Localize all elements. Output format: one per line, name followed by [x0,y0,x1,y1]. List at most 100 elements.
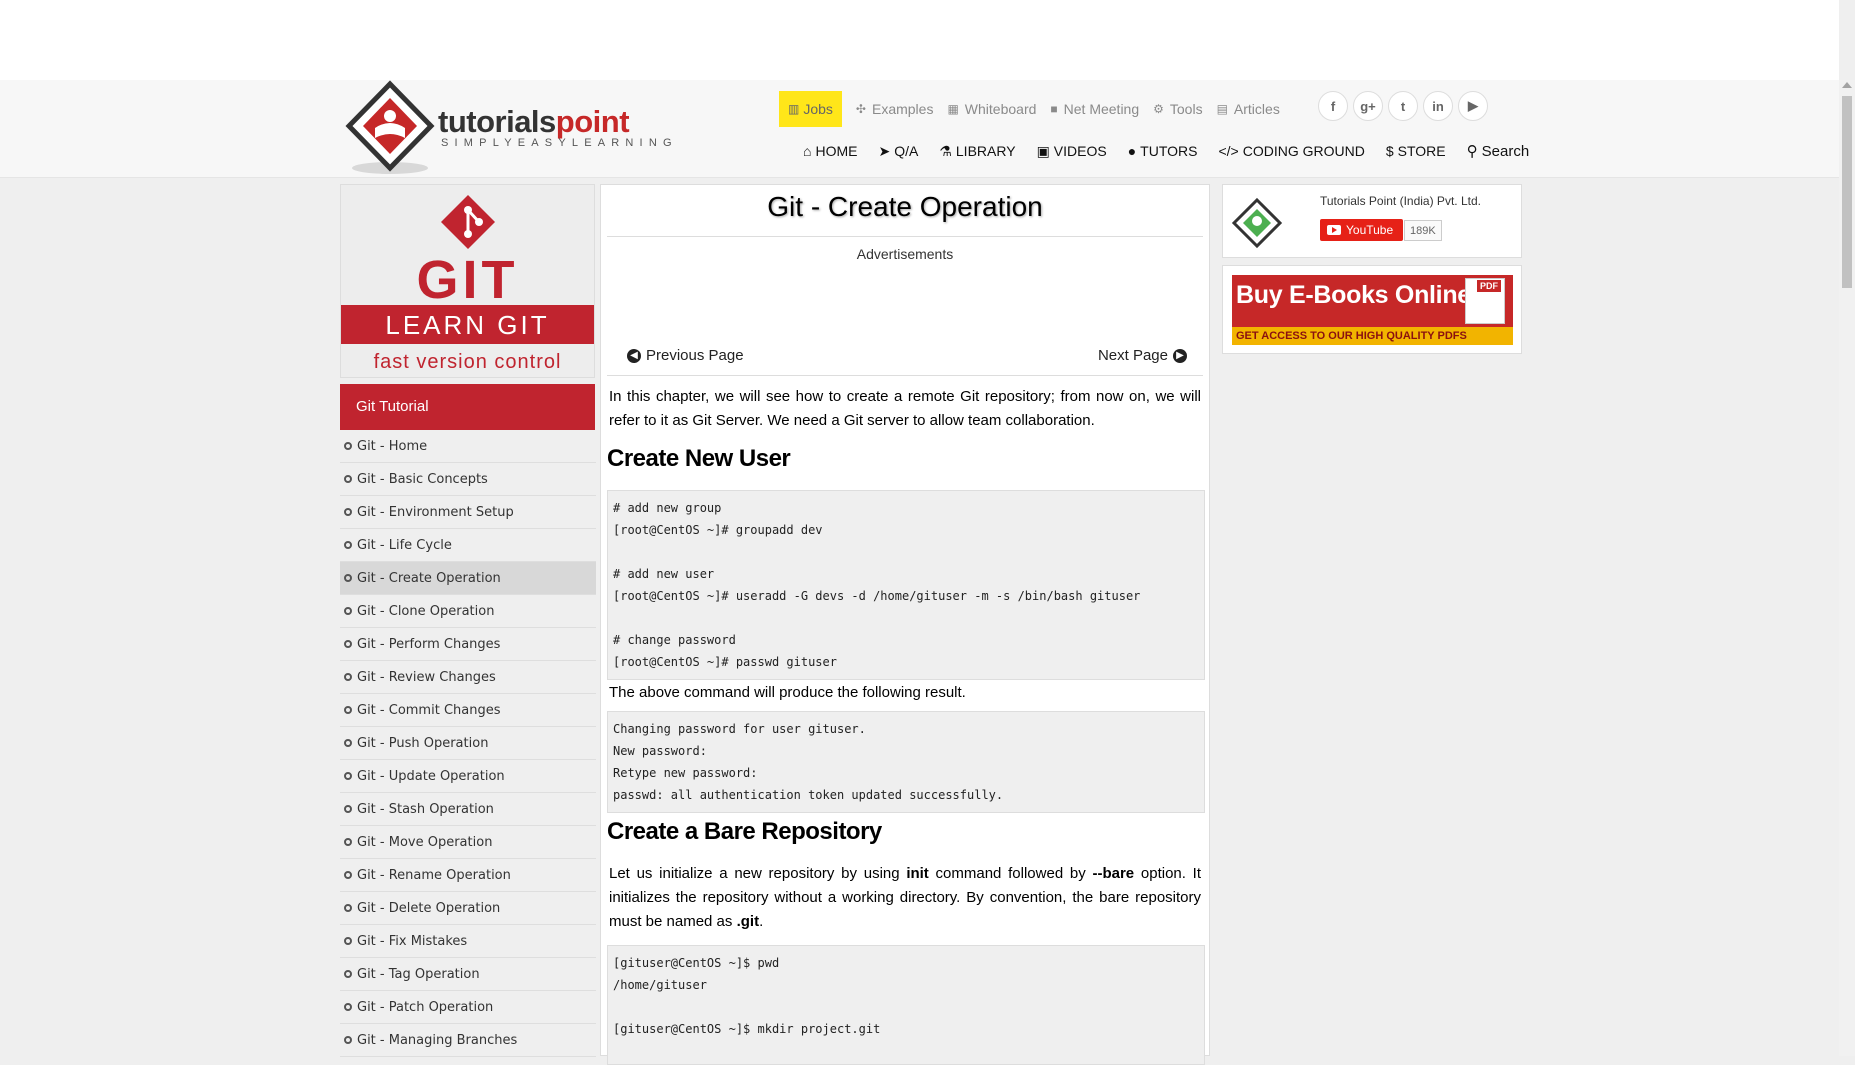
scroll-thumb[interactable] [1842,96,1852,288]
puzzle-icon: ✣ [855,102,866,116]
circle-bullet-icon [344,508,352,516]
main-content: Git - Create Operation Advertisements ◀ … [600,184,1210,1065]
google-plus-icon[interactable]: g+ [1353,91,1383,121]
whiteboard-icon: ▦ [947,102,959,116]
pdf-badge: PDF [1477,280,1501,292]
sidebar-item-git-update-operation[interactable]: Git - Update Operation [340,760,596,793]
result-text: The above command will produce the follo… [609,684,966,701]
nav-videos[interactable]: ▣ VIDEOS [1037,142,1107,160]
home-icon: ⌂ [803,143,812,159]
circle-bullet-icon [344,838,352,846]
sidebar-item-git-tag-operation[interactable]: Git - Tag Operation [340,958,596,991]
nav-library[interactable]: ⚗ LIBRARY [939,142,1015,160]
sidebar-item-label: Git - Review Changes [357,669,496,685]
logo-emblem-icon [345,80,435,174]
code-line: [root@CentOS ~]# groupadd dev [613,523,823,537]
banner-git-word: GIT [416,250,519,310]
circle-bullet-icon [344,574,352,582]
code-line: Retype new password: [613,766,758,780]
git-banner[interactable]: GIT LEARN GIT fast version control [340,184,595,378]
briefcase-icon: ▥ [788,102,800,116]
page-scrollbar[interactable] [1839,80,1855,1056]
sidebar-item-git-create-operation[interactable]: Git - Create Operation [340,562,596,595]
circle-bullet-icon [344,1003,352,1011]
sidebar-item-git-perform-changes[interactable]: Git - Perform Changes [340,628,596,661]
ebook-banner[interactable]: Buy E-Books Online PDF GET ACCESS TO OUR… [1232,275,1513,345]
facebook-icon[interactable]: f [1318,91,1348,121]
sidebar-menu: Git - Home Git - Basic Concepts Git - Envi… [340,430,596,1057]
sidebar-item-git-delete-operation[interactable]: Git - Delete Operation [340,892,596,925]
nav-search[interactable]: ⚲ Search [1467,142,1530,161]
video-icon: ▣ [1036,142,1050,159]
circle-bullet-icon [344,970,352,978]
sidebar-item-git-push-operation[interactable]: Git - Push Operation [340,727,596,760]
code-line: passwd: all authentication token updated… [613,788,1004,802]
logo-tagline: SIMPLYEASYLEARNING [441,137,678,149]
twitter-icon[interactable]: t [1388,91,1418,121]
nav-home[interactable]: ⌂ HOME [803,142,857,160]
top-utility-nav: ▥ Jobs ✣ Examples ▦ Whiteboard ■ Net Mee… [779,91,1280,127]
arrow-left-icon: ◀ [627,348,641,363]
circle-bullet-icon [344,640,352,648]
circle-bullet-icon [344,904,352,912]
ebook-ad[interactable]: Buy E-Books Online PDF GET ACCESS TO OUR… [1222,265,1522,354]
page-title: Git - Create Operation [767,191,1043,222]
code-line: [gituser@CentOS ~]$ pwd [613,956,780,970]
nav-qa[interactable]: ➤ Q/A [878,142,918,160]
ebook-title: Buy E-Books Online [1236,281,1471,309]
divider [607,236,1203,237]
sidebar-item-git-environment-setup[interactable]: Git - Environment Setup [340,496,596,529]
circle-bullet-icon [344,475,352,483]
advertisements-label: Advertisements [856,246,954,262]
sidebar-item-label: Git - Stash Operation [357,801,494,817]
nav-store[interactable]: $ STORE [1386,142,1446,160]
sidebar-item-git-stash-operation[interactable]: Git - Stash Operation [340,793,596,826]
nav-jobs[interactable]: ▥ Jobs [779,91,842,127]
youtube-subscribe-button[interactable]: YouTube [1320,219,1403,241]
main-nav: ⌂ HOME ➤ Q/A ⚗ LIBRARY ▣ VIDEOS ● TUTORS </> C… [803,142,1530,161]
sidebar-item-git-home[interactable]: Git - Home [340,430,596,463]
bare-repository-paragraph: Let us initialize a new repository by us… [609,865,1201,930]
nav-examples[interactable]: ✣ Examples [856,101,934,117]
site-logo[interactable]: tutorialspoint SIMPLYEASYLEARNING [345,80,675,176]
section-heading-create-new-user: Create New User [607,445,791,472]
sidebar-item-label: Git - Delete Operation [357,900,501,916]
nav-tutors[interactable]: ● TUTORS [1128,142,1198,160]
banner-tagline: fast version control [373,351,562,373]
user-icon: ● [1127,143,1137,159]
next-page-link[interactable]: Next Page ▶ [1098,347,1187,364]
circle-bullet-icon [344,772,352,780]
scroll-up-arrow-icon[interactable] [1842,82,1852,88]
channel-avatar[interactable] [1231,197,1283,249]
sidebar-item-git-rename-operation[interactable]: Git - Rename Operation [340,859,596,892]
code-line: # add new user [613,567,715,581]
nav-tools[interactable]: ⚙ Tools [1153,101,1202,117]
nav-coding-ground[interactable]: </> CODING GROUND [1218,142,1364,160]
nav-net-meeting[interactable]: ■ Net Meeting [1050,101,1139,117]
sidebar-item-git-basic-concepts[interactable]: Git - Basic Concepts [340,463,596,496]
circle-bullet-icon [344,871,352,879]
sidebar-item-git-commit-changes[interactable]: Git - Commit Changes [340,694,596,727]
sidebar-item-git-life-cycle[interactable]: Git - Life Cycle [340,529,596,562]
channel-name[interactable]: Tutorials Point (India) Pvt. Ltd. [1320,194,1481,208]
sidebar-item-label: Git - Rename Operation [357,867,511,883]
sidebar-item-git-managing-branches[interactable]: Git - Managing Branches [340,1024,596,1057]
sidebar-item-label: Git - Create Operation [357,570,501,586]
gear-icon: ⚙ [1153,102,1164,116]
sidebar-item-label: Git - Push Operation [357,735,489,751]
sidebar-item-label: Git - Home [357,438,428,454]
sidebar-item-git-clone-operation[interactable]: Git - Clone Operation [340,595,596,628]
subscriber-count: 189K [1404,220,1442,241]
linkedin-icon[interactable]: in [1423,91,1453,121]
youtube-icon[interactable]: ▶ [1458,91,1488,121]
previous-page-link[interactable]: ◀ Previous Page [627,347,744,364]
nav-articles[interactable]: ▤ Articles [1217,101,1280,117]
sidebar-item-git-patch-operation[interactable]: Git - Patch Operation [340,991,596,1024]
sidebar-item-git-review-changes[interactable]: Git - Review Changes [340,661,596,694]
nav-whiteboard[interactable]: ▦ Whiteboard [947,101,1036,117]
sidebar-item-git-move-operation[interactable]: Git - Move Operation [340,826,596,859]
code-line: [root@CentOS ~]# useradd -G devs -d /hom… [613,589,1141,603]
sidebar-item-git-fix-mistakes[interactable]: Git - Fix Mistakes [340,925,596,958]
divider [607,375,1203,376]
